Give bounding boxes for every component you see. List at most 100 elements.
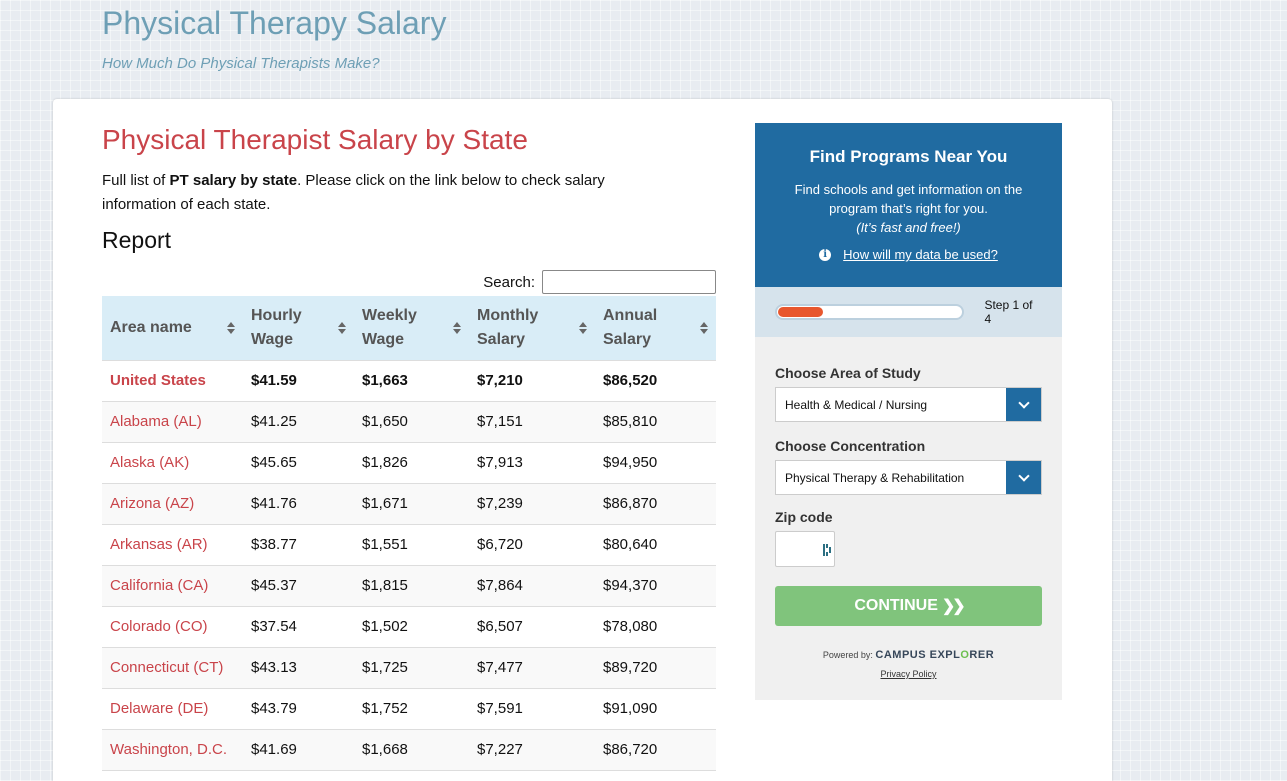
column-header-annual[interactable]: Annual Salary bbox=[595, 296, 716, 360]
table-header-row: Area name Hourly Wage Weekly Wage Monthl… bbox=[102, 296, 716, 360]
progress-fill bbox=[778, 307, 823, 317]
table-row: Alaska (AK) $45.65 $1,826 $7,913 $94,950 bbox=[102, 441, 716, 483]
state-link[interactable]: California (CA) bbox=[110, 577, 208, 594]
column-header-hourly[interactable]: Hourly Wage bbox=[243, 296, 354, 360]
powered-by-label: Powered by: bbox=[822, 650, 873, 660]
table-row: Colorado (CO) $37.54 $1,502 $6,507 $78,080 bbox=[102, 605, 716, 647]
brand-text: CAMPUS EXPL bbox=[875, 649, 961, 661]
cell-monthly: $7,239 bbox=[469, 482, 595, 524]
cell-area: Arizona (AZ) bbox=[102, 482, 243, 524]
cell-area: Arkansas (AR) bbox=[102, 523, 243, 565]
intro-text-bold: PT salary by state bbox=[169, 172, 298, 189]
data-usage-link[interactable]: How will my data be used? bbox=[843, 247, 998, 262]
cell-weekly: $1,826 bbox=[354, 441, 469, 483]
cell-area: Alaska (AK) bbox=[102, 441, 243, 483]
progress-bar bbox=[775, 304, 965, 320]
cell-annual: $85,810 bbox=[595, 400, 716, 442]
column-label: Weekly Wage bbox=[362, 306, 417, 348]
cell-annual: $78,080 bbox=[595, 605, 716, 647]
column-label: Area name bbox=[110, 318, 192, 336]
double-chevron-right-icon: ❯❯ bbox=[941, 598, 966, 615]
content-card: Physical Therapist Salary by State Full … bbox=[53, 99, 1112, 781]
concentration-label: Choose Concentration bbox=[775, 438, 926, 454]
cell-monthly: $6,720 bbox=[469, 523, 595, 565]
state-link[interactable]: Colorado (CO) bbox=[110, 618, 208, 635]
area-of-study-value: Health & Medical / Nursing bbox=[785, 397, 928, 412]
continue-button[interactable]: CONTINUE ❯❯ bbox=[775, 586, 1042, 626]
state-link[interactable]: Alabama (AL) bbox=[110, 413, 202, 430]
chevron-down-icon bbox=[1017, 396, 1030, 409]
cell-area: California (CA) bbox=[102, 564, 243, 606]
table-row: Washington, D.C. $41.69 $1,668 $7,227 $86,72… bbox=[102, 728, 716, 771]
progress-row: Step 1 of 4 bbox=[755, 287, 1062, 337]
intro-text: Full list of PT salary by state. Please … bbox=[102, 169, 662, 217]
concentration-dropdown-button[interactable] bbox=[1006, 461, 1041, 494]
state-link[interactable]: Connecticut (CT) bbox=[110, 659, 223, 676]
intro-text-start: Full list of bbox=[102, 172, 170, 189]
cell-annual: $94,370 bbox=[595, 564, 716, 606]
search-row: Search: bbox=[102, 270, 716, 294]
sort-icon bbox=[579, 321, 587, 334]
campus-explorer-logo: CAMPUS EXPLORER bbox=[875, 649, 994, 661]
powered-by: Powered by: CAMPUS EXPLORER bbox=[775, 649, 1042, 661]
table-row: Arizona (AZ) $41.76 $1,671 $7,239 $86,870 bbox=[102, 482, 716, 524]
area-of-study-select[interactable]: Health & Medical / Nursing bbox=[775, 387, 1042, 422]
widget-title: Find Programs Near You bbox=[809, 147, 1008, 166]
cell-hourly: $43.79 bbox=[243, 687, 354, 729]
column-header-weekly[interactable]: Weekly Wage bbox=[354, 296, 469, 360]
cell-weekly: $1,815 bbox=[354, 564, 469, 606]
cell-monthly: $7,477 bbox=[469, 646, 595, 688]
main-content: Physical Therapist Salary by State Full … bbox=[102, 123, 716, 771]
search-label: Search: bbox=[483, 273, 535, 291]
cell-monthly: $7,151 bbox=[469, 400, 595, 442]
report-heading: Report bbox=[102, 227, 172, 253]
state-link[interactable]: United States bbox=[110, 372, 206, 389]
table-row: Delaware (DE) $43.79 $1,752 $7,591 $91,090 bbox=[102, 687, 716, 729]
zip-code-input[interactable] bbox=[775, 531, 835, 567]
widget-desc-italic: (It’s fast and free!) bbox=[856, 220, 961, 235]
cell-hourly: $38.77 bbox=[243, 523, 354, 565]
lead-form: Choose Area of Study Health & Medical / … bbox=[755, 337, 1062, 700]
cell-annual: $86,870 bbox=[595, 482, 716, 524]
table-row: Alabama (AL) $41.25 $1,650 $7,151 $85,810 bbox=[102, 400, 716, 442]
chevron-down-icon bbox=[1017, 469, 1030, 482]
sort-icon bbox=[700, 321, 708, 334]
cell-area: United States bbox=[102, 359, 243, 401]
area-of-study-label: Choose Area of Study bbox=[775, 365, 921, 381]
brand-text: RER bbox=[969, 649, 995, 661]
cell-area: Washington, D.C. bbox=[102, 728, 243, 771]
column-label: Monthly Salary bbox=[477, 306, 539, 348]
cell-hourly: $41.69 bbox=[243, 728, 354, 771]
cell-monthly: $7,591 bbox=[469, 687, 595, 729]
table-row: Connecticut (CT) $43.13 $1,725 $7,477 $89,72… bbox=[102, 646, 716, 688]
privacy-policy-link[interactable]: Privacy Policy bbox=[880, 669, 936, 679]
cell-monthly: $6,507 bbox=[469, 605, 595, 647]
site-header: Physical Therapy Salary How Much Do Phys… bbox=[102, 4, 446, 72]
state-link[interactable]: Arizona (AZ) bbox=[110, 495, 194, 512]
cell-weekly: $1,650 bbox=[354, 400, 469, 442]
site-title: Physical Therapy Salary bbox=[102, 5, 447, 41]
cell-area: Connecticut (CT) bbox=[102, 646, 243, 688]
column-label: Hourly Wage bbox=[251, 306, 302, 348]
site-subtitle: How Much Do Physical Therapists Make? bbox=[102, 55, 380, 72]
widget-description: Find schools and get information on the … bbox=[755, 180, 1062, 237]
cell-area: Delaware (DE) bbox=[102, 687, 243, 729]
cell-monthly: $7,913 bbox=[469, 441, 595, 483]
column-header-monthly[interactable]: Monthly Salary bbox=[469, 296, 595, 360]
column-header-area[interactable]: Area name bbox=[102, 296, 243, 360]
state-link[interactable]: Alaska (AK) bbox=[110, 454, 189, 471]
state-link[interactable]: Washington, D.C. bbox=[110, 741, 227, 758]
continue-label: CONTINUE bbox=[854, 597, 938, 614]
cell-annual: $91,090 bbox=[595, 687, 716, 729]
table-body: United States $41.59 $1,663 $7,210 $86,520 Al… bbox=[102, 359, 716, 771]
cell-hourly: $41.76 bbox=[243, 482, 354, 524]
cell-weekly: $1,668 bbox=[354, 728, 469, 771]
cell-annual: $86,520 bbox=[595, 359, 716, 401]
concentration-select[interactable]: Physical Therapy & Rehabilitation bbox=[775, 460, 1042, 495]
cell-hourly: $45.37 bbox=[243, 564, 354, 606]
zip-code-label: Zip code bbox=[775, 509, 833, 525]
state-link[interactable]: Delaware (DE) bbox=[110, 700, 208, 717]
search-input[interactable] bbox=[542, 270, 716, 294]
area-dropdown-button[interactable] bbox=[1006, 388, 1041, 421]
state-link[interactable]: Arkansas (AR) bbox=[110, 536, 208, 553]
